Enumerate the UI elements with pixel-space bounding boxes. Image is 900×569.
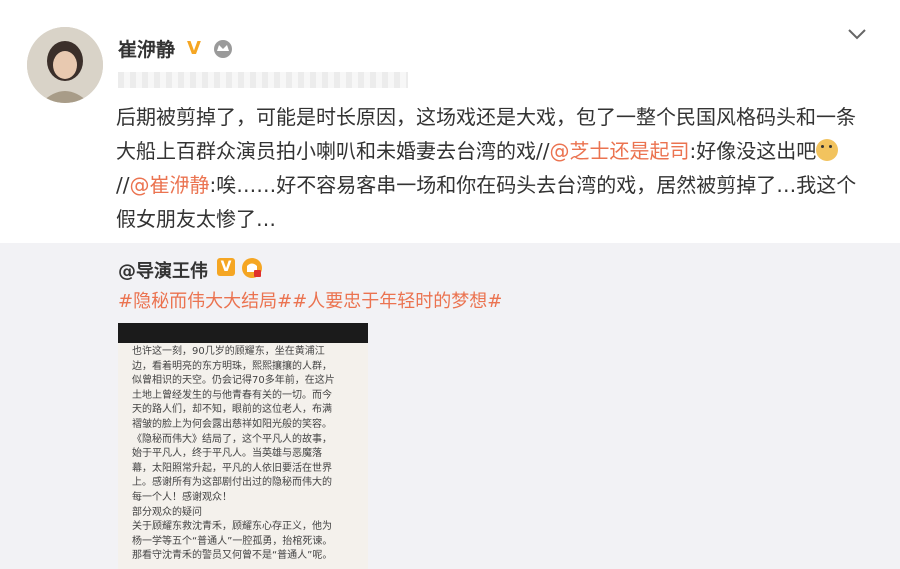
original-author[interactable]: @导演王伟 [118,257,208,283]
post-content: 后期被剪掉了，可能是时长原因，这场戏还是大戏，包了一整个民国风格码头和一条大船上… [116,100,871,236]
chevron-down-icon[interactable] [846,24,868,44]
verified-badge-icon: V [187,38,201,59]
image-header-strip [118,323,368,343]
hashtag-links[interactable]: #隐秘而伟大大结局##人要忠于年轻时的梦想# [118,287,502,313]
mention-link[interactable]: @崔洢静 [129,173,209,197]
content-text: // [116,173,130,197]
mention-link[interactable]: @芝士还是起司 [549,139,689,163]
weibo-post: 崔洢静 V 后期被剪掉了，可能是时长原因，这场戏还是大戏，包了一整个民国风格码头… [0,0,900,569]
avatar[interactable] [27,27,103,103]
image-text: 也许这一刻，90几岁的顾耀东，坐在黄浦江 边，看着明亮的东方明珠，熙熙攘攘的人群… [132,346,335,562]
repost-image[interactable]: 也许这一刻，90几岁的顾耀东，坐在黄浦江 边，看着明亮的东方明珠，熙熙攘攘的人群… [118,323,368,569]
username[interactable]: 崔洢静 [118,35,175,62]
verified-badge-icon: V [217,258,235,276]
post-meta-obscured [118,72,408,88]
avatar-image [27,27,103,103]
content-text: :唉……好不容易客串一场和你在码头去台湾的戏，居然被剪掉了…我这个假女朋友太惨了… [116,173,857,231]
content-text: :好像没这出吧 [689,139,817,163]
fans-badge-icon [242,258,262,278]
doge-emoji-icon [816,139,839,161]
crown-icon [214,40,232,58]
